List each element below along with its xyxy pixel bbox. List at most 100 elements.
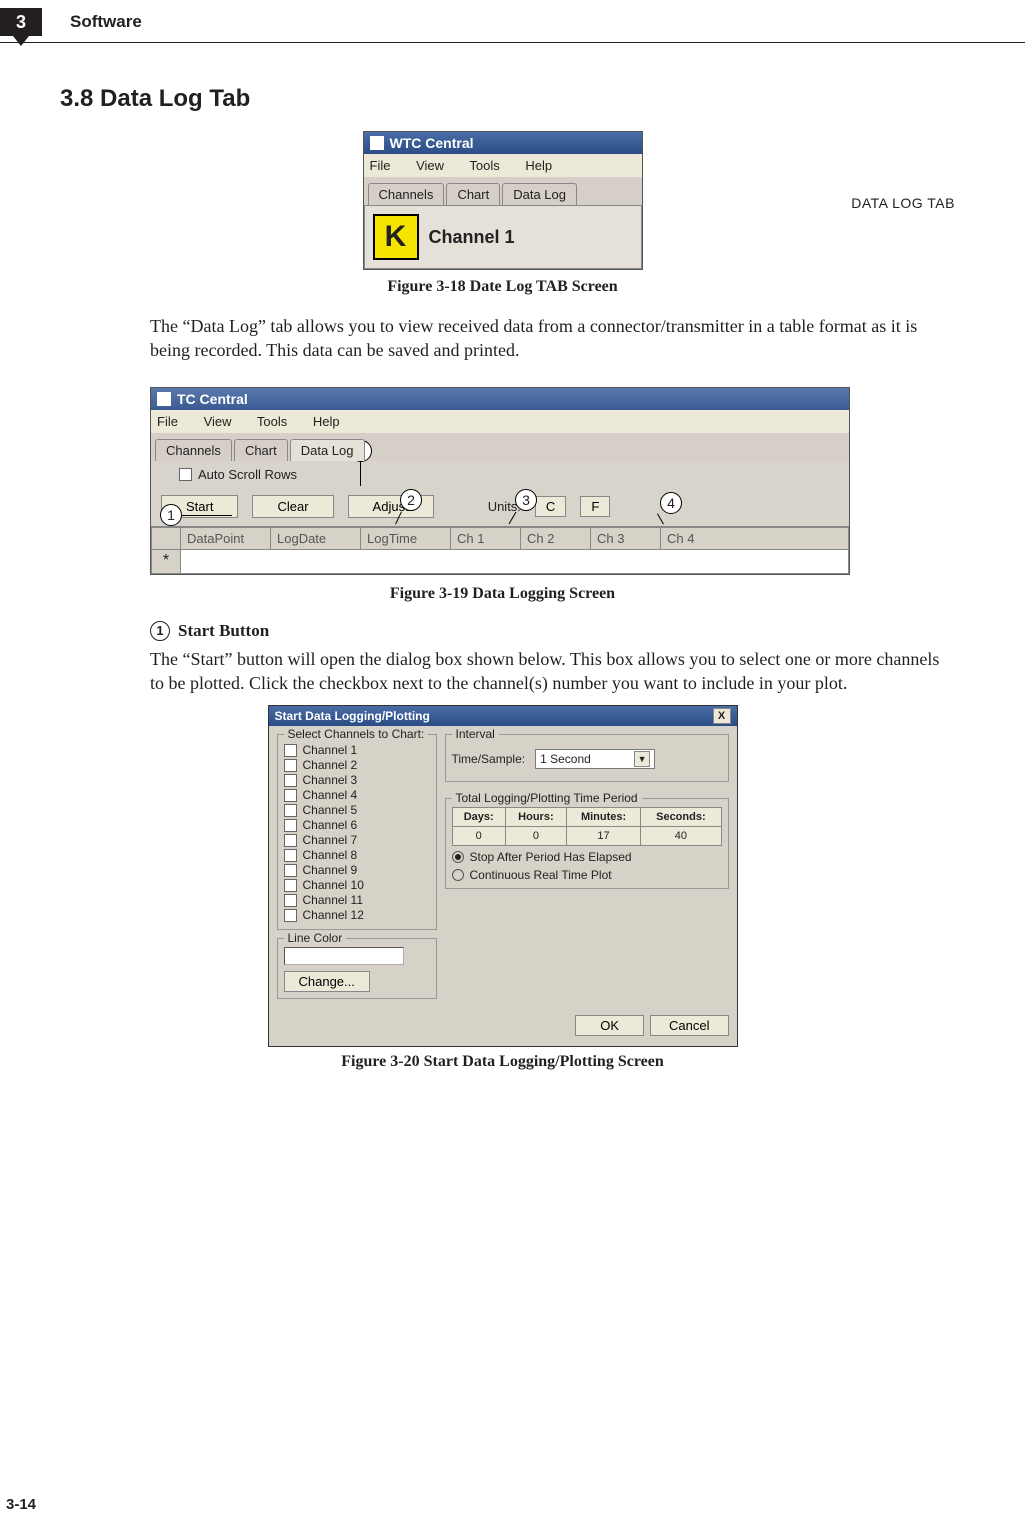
checkbox[interactable]	[284, 909, 297, 922]
menu-file[interactable]: File	[157, 414, 178, 429]
checkbox[interactable]	[284, 849, 297, 862]
cancel-button[interactable]: Cancel	[650, 1015, 728, 1036]
autoscroll-row[interactable]: Auto Scroll Rows	[179, 467, 297, 482]
window-title: WTC Central	[390, 135, 474, 151]
col-datapoint[interactable]: DataPoint	[181, 527, 271, 550]
close-icon[interactable]: X	[713, 708, 731, 724]
unit-c-button[interactable]: C	[535, 496, 566, 517]
col-ch1[interactable]: Ch 1	[451, 527, 521, 550]
list-item[interactable]: Channel 1	[284, 743, 430, 757]
autoscroll-checkbox[interactable]	[179, 468, 192, 481]
figure-3-20-caption: Figure 3-20 Start Data Logging/Plotting …	[60, 1053, 945, 1071]
menu-view[interactable]: View	[416, 158, 444, 173]
list-item[interactable]: Channel 11	[284, 893, 430, 907]
grid-corner	[151, 527, 181, 550]
list-item[interactable]: Channel 2	[284, 758, 430, 772]
timesample-dropdown[interactable]: 1 Second ▼	[535, 749, 655, 769]
channel-label: Channel 6	[303, 818, 358, 832]
select-channels-group: Select Channels to Chart: Channel 1 Chan…	[277, 734, 437, 930]
grid-cells[interactable]	[181, 550, 849, 574]
list-item[interactable]: Channel 10	[284, 878, 430, 892]
figure-3-18-caption: Figure 3-18 Date Log TAB Screen	[60, 278, 945, 296]
checkbox[interactable]	[284, 879, 297, 892]
thermocouple-type-badge: K	[373, 214, 419, 260]
tab-chart[interactable]: Chart	[446, 183, 500, 205]
menu-help[interactable]: Help	[313, 414, 340, 429]
annotation-2: 2	[400, 489, 422, 511]
tab-datalog[interactable]: Data Log	[502, 183, 577, 205]
menu-file[interactable]: File	[370, 158, 391, 173]
checkbox[interactable]	[284, 819, 297, 832]
checkbox[interactable]	[284, 834, 297, 847]
checkbox[interactable]	[284, 759, 297, 772]
channel-label: Channel 8	[303, 848, 358, 862]
val-seconds[interactable]: 40	[641, 827, 721, 846]
menu-tools[interactable]: Tools	[469, 158, 499, 173]
val-minutes[interactable]: 17	[566, 827, 640, 846]
checkbox[interactable]	[284, 894, 297, 907]
list-item[interactable]: Channel 9	[284, 863, 430, 877]
list-item[interactable]: Channel 6	[284, 818, 430, 832]
dialog-title: Start Data Logging/Plotting	[275, 709, 430, 723]
tab-channels[interactable]: Channels	[155, 439, 232, 461]
figure-3-18-wrap: WTC Central File View Tools Help Channel…	[60, 131, 945, 270]
list-item[interactable]: Channel 8	[284, 848, 430, 862]
period-table: Days: Hours: Minutes: Seconds: 0 0 17 40	[452, 807, 722, 846]
annotation-3: 3	[515, 489, 537, 511]
paragraph-1: The “Data Log” tab allows you to view re…	[150, 314, 945, 363]
checkbox[interactable]	[284, 789, 297, 802]
list-item[interactable]: Channel 3	[284, 773, 430, 787]
page-number: 3-14	[6, 1496, 36, 1513]
menu-tools[interactable]: Tools	[257, 414, 287, 429]
chevron-down-icon: ▼	[634, 751, 650, 767]
tab-channels[interactable]: Channels	[368, 183, 445, 205]
section-heading: 3.8 Data Log Tab	[60, 85, 945, 113]
checkbox[interactable]	[284, 864, 297, 877]
channel-label: Channel 2	[303, 758, 358, 772]
radio-continuous[interactable]: Continuous Real Time Plot	[452, 868, 722, 882]
list-item[interactable]: Channel 12	[284, 908, 430, 922]
col-ch2[interactable]: Ch 2	[521, 527, 591, 550]
figure-3-20: Start Data Logging/Plotting X Select Cha…	[268, 705, 738, 1047]
menu-view[interactable]: View	[204, 414, 232, 429]
line-color-label: Line Color	[284, 931, 347, 945]
window-title: TC Central	[177, 391, 248, 407]
interval-group: Interval Time/Sample: 1 Second ▼	[445, 734, 729, 782]
channel-label: Channel 4	[303, 788, 358, 802]
list-item[interactable]: Channel 4	[284, 788, 430, 802]
tab-chart[interactable]: Chart	[234, 439, 288, 461]
list-item[interactable]: Channel 5	[284, 803, 430, 817]
circled-number-1: 1	[150, 621, 170, 641]
val-days[interactable]: 0	[452, 827, 505, 846]
radio-icon	[452, 851, 464, 863]
chapter-tab: 3 Software	[0, 8, 142, 36]
checkbox[interactable]	[284, 744, 297, 757]
chapter-arrow-icon	[13, 36, 29, 46]
col-ch4[interactable]: Ch 4	[661, 527, 849, 550]
tab-row: Channels Chart Data Log	[151, 433, 849, 461]
col-logtime[interactable]: LogTime	[361, 527, 451, 550]
channel-label: Channel 7	[303, 833, 358, 847]
window-titlebar: TC Central	[151, 388, 849, 410]
checkbox[interactable]	[284, 774, 297, 787]
line-color-preview	[284, 947, 404, 965]
clear-button[interactable]: Clear	[252, 495, 333, 518]
unit-f-button[interactable]: F	[580, 496, 610, 517]
menu-help[interactable]: Help	[525, 158, 552, 173]
channel-label: Channel 1	[303, 743, 358, 757]
ok-button[interactable]: OK	[575, 1015, 644, 1036]
checkbox[interactable]	[284, 804, 297, 817]
grid-row-marker: *	[151, 550, 181, 574]
channel-label: Channel 10	[303, 878, 364, 892]
radio-stop-after[interactable]: Stop After Period Has Elapsed	[452, 850, 722, 864]
window-titlebar: WTC Central	[364, 132, 642, 154]
figure-3-20-wrap: Start Data Logging/Plotting X Select Cha…	[60, 705, 945, 1047]
col-logdate[interactable]: LogDate	[271, 527, 361, 550]
val-hours[interactable]: 0	[505, 827, 566, 846]
menubar: File View Tools Help	[364, 154, 642, 177]
change-color-button[interactable]: Change...	[284, 971, 370, 992]
annotation-4: 4	[660, 492, 682, 514]
col-ch3[interactable]: Ch 3	[591, 527, 661, 550]
list-item[interactable]: Channel 7	[284, 833, 430, 847]
tab-datalog[interactable]: Data Log	[290, 439, 365, 461]
